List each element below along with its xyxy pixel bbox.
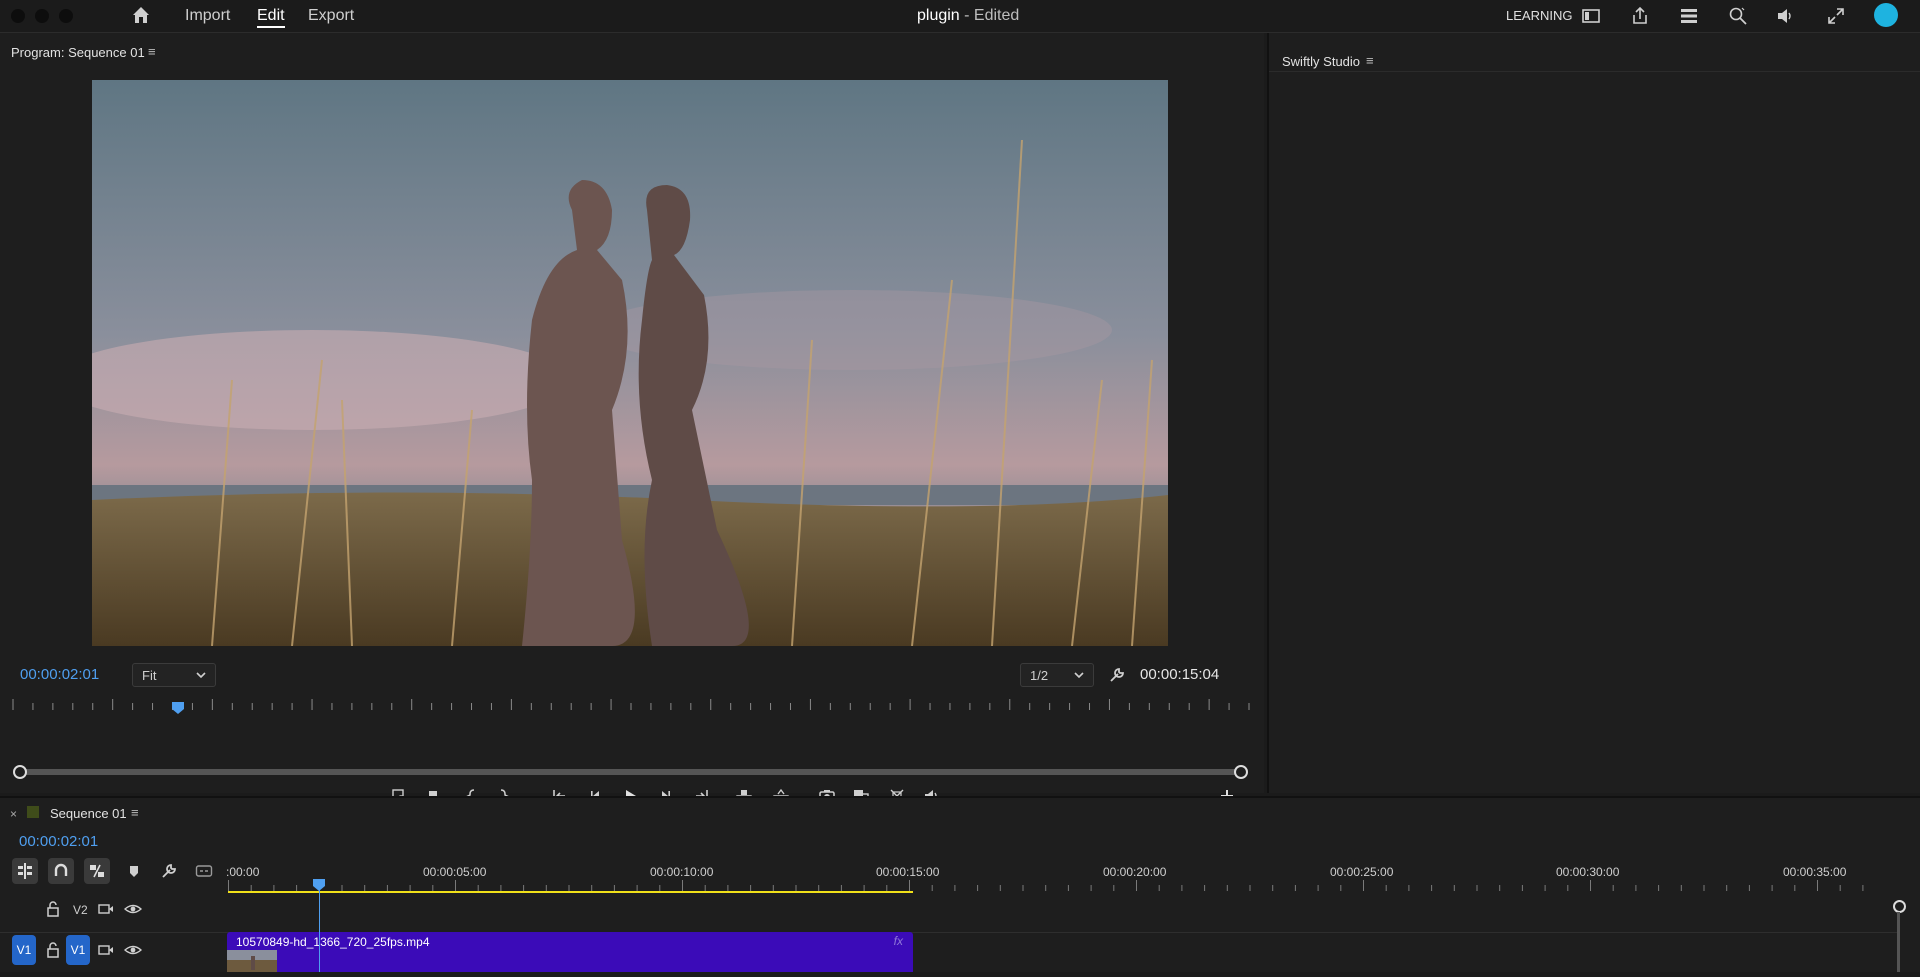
project-status: - Edited [964,7,1020,24]
monitor-time-ruler[interactable] [12,697,1250,711]
top-bar: Import Edit Export plugin - Edited LEARN… [0,0,1920,33]
linked-selection-icon[interactable] [84,858,110,884]
ruler-label: 00:00:05:00 [423,865,487,879]
ruler-label: :00:00 [226,865,260,879]
sequence-color-label [27,806,39,818]
track-name-v2[interactable]: V2 [73,903,88,917]
zoom-icon[interactable] [1728,6,1748,26]
captions-icon[interactable] [195,862,213,880]
ruler-label: 00:00:30:00 [1556,865,1620,879]
chevron-down-icon [196,672,206,679]
monitor-playhead[interactable] [171,701,184,714]
home-icon[interactable] [131,5,151,25]
sequence-duration: 00:00:15:04 [1140,666,1220,683]
ruler-label: 00:00:25:00 [1330,865,1394,879]
nav-export[interactable]: Export [308,7,354,25]
scrollbar-start-handle[interactable] [13,765,27,779]
vertical-scrollbar[interactable] [1897,912,1900,972]
zoom-level-value: Fit [142,668,157,683]
video-clip[interactable]: 10570849-hd_1366_720_25fps.mp4 fx [227,932,913,972]
toggle-track-output-eye-icon[interactable] [123,941,143,959]
timeline-playhead-line [319,888,321,972]
window-zoom-button[interactable] [59,9,73,23]
zoom-level-dropdown[interactable]: Fit [132,663,216,687]
program-monitor-title: Program: Sequence 01 [11,45,145,60]
chevron-down-icon [1074,672,1084,679]
learning-link[interactable]: LEARNING [1506,8,1572,23]
work-area-bar[interactable] [228,891,913,893]
panel-menu-icon[interactable]: ≡ [131,805,139,820]
monitor-zoom-scrollbar[interactable] [20,769,1242,775]
panel-menu-icon[interactable]: ≡ [148,44,156,59]
resolution-value: 1/2 [1030,668,1049,683]
fullscreen-icon[interactable] [1826,6,1846,26]
clip-fx-badge: fx [893,934,903,948]
snap-magnet-icon[interactable] [48,858,74,884]
window-minimize-button[interactable] [35,9,49,23]
close-tab-icon[interactable]: × [10,807,17,821]
swiftly-studio-title: Swiftly Studio [1282,54,1361,69]
playback-resolution-dropdown[interactable]: 1/2 [1020,663,1094,687]
timeline-timecode[interactable]: 00:00:02:01 [19,833,98,850]
insert-nest-toggle-icon[interactable] [12,858,38,884]
timeline-panel: × Sequence 01 ≡ 00:00:02:01 :00:00 00:00:… [0,796,1920,972]
ruler-label: 00:00:35:00 [1783,865,1847,879]
track-lock-icon[interactable] [44,900,62,918]
program-monitor-panel: Program: Sequence 01 ≡ 00:00:02:01 Fit 1… [0,33,1264,804]
account-avatar-icon[interactable] [1874,3,1898,27]
video-frame-image [92,80,1168,646]
track-lock-icon[interactable] [44,941,62,959]
document-title: plugin - Edited [917,7,1019,25]
nav-import[interactable]: Import [185,7,230,25]
scrollbar-end-handle[interactable] [1234,765,1248,779]
settings-wrench-icon[interactable] [1108,666,1126,684]
project-name: plugin [917,7,960,24]
source-patch-v1[interactable]: V1 [12,935,36,965]
playhead-timecode[interactable]: 00:00:02:01 [20,666,99,683]
video-preview [92,80,1168,646]
timeline-settings-wrench-icon[interactable] [160,862,178,880]
nav-edit[interactable]: Edit [257,7,285,28]
ruler-label: 00:00:15:00 [876,865,940,879]
panel-menu-icon[interactable]: ≡ [1366,53,1374,68]
add-marker-icon[interactable] [125,862,143,880]
ruler-label: 00:00:10:00 [650,865,714,879]
panel-divider [1269,71,1920,72]
ruler-label: 00:00:20:00 [1103,865,1167,879]
workspaces-icon[interactable] [1679,6,1699,26]
clip-thumbnail [227,950,277,972]
timeline-title: Sequence 01 [50,806,127,821]
swiftly-studio-panel: Swiftly Studio ≡ [1267,33,1920,793]
share-icon[interactable] [1630,6,1650,26]
toggle-track-output-eye-icon[interactable] [123,900,143,918]
volume-icon[interactable] [1776,6,1796,26]
clip-name: 10570849-hd_1366_720_25fps.mp4 [236,935,430,949]
sync-lock-icon[interactable] [97,900,115,918]
sync-lock-icon[interactable] [97,941,115,959]
track-name-v1[interactable]: V1 [66,935,90,965]
window-close-button[interactable] [11,9,25,23]
panel-layout-icon[interactable] [1581,6,1601,26]
